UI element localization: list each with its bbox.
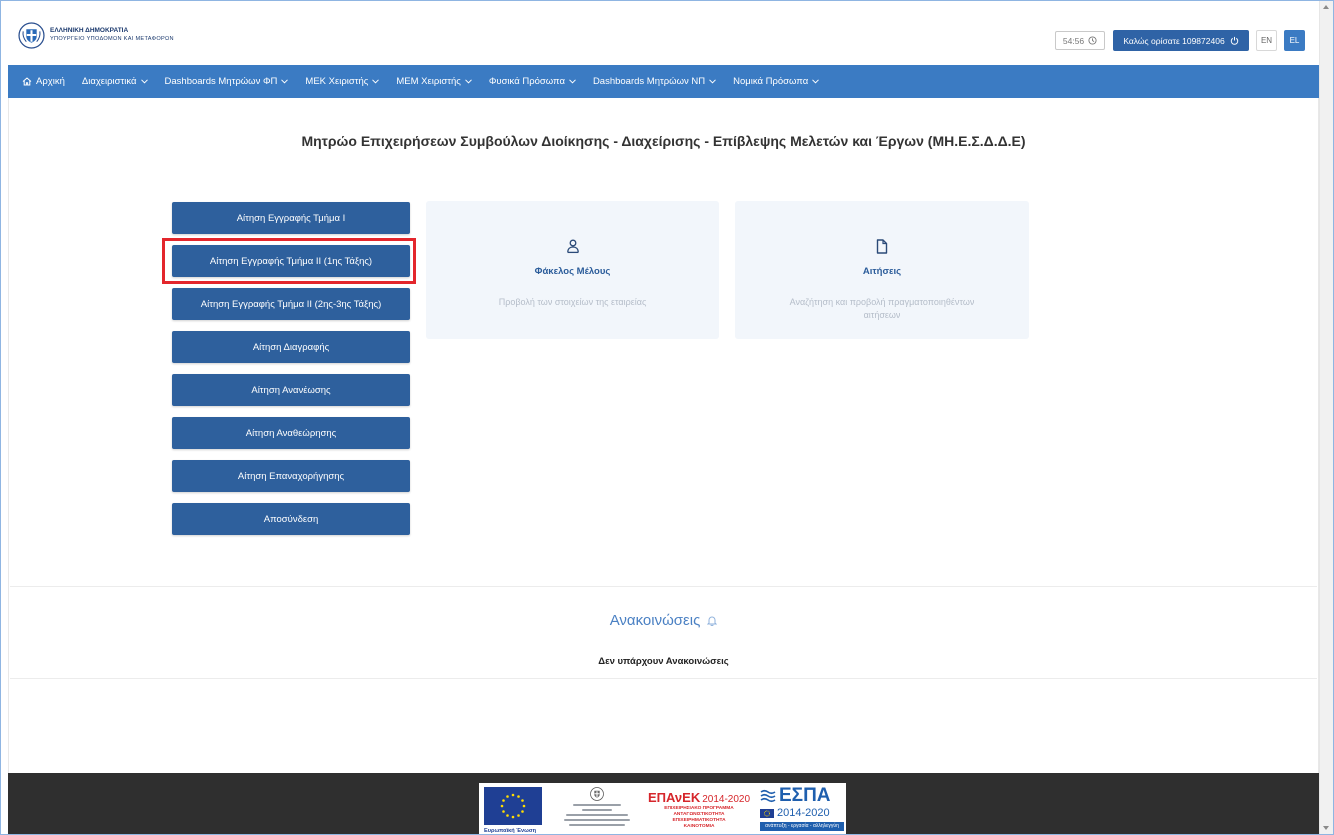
eu-logo: Ευρωπαϊκή Ένωση bbox=[484, 787, 542, 834]
nav-item-home[interactable]: Αρχική bbox=[22, 76, 65, 87]
action-registration-part-2-class-1[interactable]: Αίτηση Εγγραφής Τμήμα II (1ης Τάξης) bbox=[172, 245, 410, 277]
action-revision[interactable]: Αίτηση Αναθεώρησης bbox=[172, 417, 410, 449]
nav-item-label: ΜΕΚ Χειριστής bbox=[305, 76, 369, 87]
action-logout[interactable]: Αποσύνδεση bbox=[172, 503, 410, 535]
user-icon bbox=[426, 239, 719, 254]
session-timer[interactable]: 54:56 bbox=[1055, 31, 1105, 50]
home-icon bbox=[22, 77, 32, 86]
app-window: ΕΛΛΗΝΙΚΗ ΔΗΜΟΚΡΑΤΙΑ ΥΠΟΥΡΓΕΙΟ ΥΠΟΔΟΜΩΝ Κ… bbox=[0, 0, 1334, 835]
espa-period-row: 2014-2020 bbox=[760, 807, 844, 820]
ministry-logo[interactable]: ΕΛΛΗΝΙΚΗ ΔΗΜΟΚΡΑΤΙΑ ΥΠΟΥΡΓΕΙΟ ΥΠΟΔΟΜΩΝ Κ… bbox=[18, 22, 218, 50]
chevron-down-icon bbox=[140, 79, 148, 84]
vertical-scrollbar[interactable] bbox=[1319, 1, 1333, 834]
espa-heading: ΕΣΠΑ bbox=[760, 786, 844, 806]
card-description: Αναζήτηση και προβολή πραγματοποιηθέντων… bbox=[789, 297, 975, 320]
nav-item-label: Dashboards Μητρώων ΦΠ bbox=[164, 76, 278, 87]
announcements-empty-message: Δεν υπάρχουν Ανακοινώσεις bbox=[598, 656, 729, 667]
welcome-label: Καλώς ορίσατε 109872406 bbox=[1123, 35, 1225, 46]
greek-emblem-icon bbox=[18, 22, 45, 49]
nav-item-label: ΜΕΜ Χειριστής bbox=[396, 76, 461, 87]
language-el-button[interactable]: EL bbox=[1284, 30, 1305, 51]
session-timer-value: 54:56 bbox=[1062, 35, 1085, 46]
nav-item-label: Φυσικά Πρόσωπα bbox=[488, 76, 565, 87]
greek-emblem-icon bbox=[590, 787, 604, 801]
nav-item-label: Dashboards Μητρώων ΝΠ bbox=[592, 76, 706, 87]
logo-text-line bbox=[566, 814, 628, 816]
logo-text-line bbox=[564, 819, 630, 821]
nav-item-label: Διαχειριστικά bbox=[81, 76, 137, 87]
nav-item-mem-operator[interactable]: ΜΕΜ Χειριστής bbox=[396, 76, 472, 87]
nav-item-label: Νομικά Πρόσωπα bbox=[733, 76, 809, 87]
logo-subtitle: ΥΠΟΥΡΓΕΙΟ ΥΠΟΔΟΜΩΝ ΚΑΙ ΜΕΤΑΦΟΡΩΝ bbox=[50, 36, 174, 42]
nav-item-legal-persons[interactable]: Νομικά Πρόσωπα bbox=[733, 76, 820, 87]
action-registration-part-1[interactable]: Αίτηση Εγγραφής Τμήμα I bbox=[172, 202, 410, 234]
logo-text-line bbox=[569, 824, 625, 826]
divider bbox=[10, 586, 1317, 587]
file-icon bbox=[735, 239, 1029, 254]
epanek-logo: ΕΠΑνΕΚ 2014-2020 ΕΠΙΧΕΙΡΗΣΙΑΚΟ ΠΡΟΓΡΑΜΜΑ … bbox=[645, 791, 753, 830]
action-registration-part-2-class-2-3[interactable]: Αίτηση Εγγραφής Τμήμα II (2ης-3ης Τάξης) bbox=[172, 288, 410, 320]
epanek-name: ΕΠΑνΕΚ bbox=[647, 790, 701, 805]
user-logout-button[interactable]: Καλώς ορίσατε 109872406 bbox=[1113, 30, 1249, 51]
chevron-down-icon bbox=[281, 79, 289, 84]
nav-item-mek-operator[interactable]: ΜΕΚ Χειριστής bbox=[305, 76, 380, 87]
nav-item-natural-persons[interactable]: Φυσικά Πρόσωπα bbox=[489, 76, 576, 87]
card-applications[interactable]: Αιτήσεις Αναζήτηση και προβολή πραγματοπ… bbox=[735, 201, 1029, 339]
chevron-down-icon bbox=[569, 79, 576, 84]
chevron-down-icon bbox=[372, 79, 380, 84]
scroll-up-arrow-icon[interactable] bbox=[1323, 5, 1329, 9]
power-icon bbox=[1230, 36, 1239, 45]
clock-icon bbox=[1088, 36, 1097, 45]
espa-name: ΕΣΠΑ bbox=[779, 785, 831, 806]
page-title: Μητρώο Επιχειρήσεων Συμβούλων Διοίκησης … bbox=[301, 133, 1026, 149]
announcements-title: Ανακοινώσεις bbox=[609, 612, 701, 629]
action-reissue[interactable]: Αίτηση Επαναχορήγησης bbox=[172, 460, 410, 492]
eu-flag-icon bbox=[760, 809, 774, 818]
card-title: Φάκελος Μέλους bbox=[534, 266, 611, 277]
logo-title: ΕΛΛΗΝΙΚΗ ΔΗΜΟΚΡΑΤΙΑ bbox=[50, 27, 129, 34]
nav-item-administration[interactable]: Διαχειριστικά bbox=[82, 76, 148, 87]
nav-item-label: Αρχική bbox=[36, 76, 65, 87]
nav-item-dashboards-fp[interactable]: Dashboards Μητρώων ΦΠ bbox=[165, 76, 289, 87]
funding-banner: Ευρωπαϊκή Ένωση ΕΠΑνΕΚ 2014-2020 ΕΠΙΧΕΙΡΗ… bbox=[479, 783, 846, 834]
card-description: Προβολή των στοιχείων της εταιρείας bbox=[498, 297, 647, 307]
espa-period: 2014-2020 bbox=[777, 807, 830, 819]
epanek-period: 2014-2020 bbox=[702, 794, 751, 805]
espa-waves-icon bbox=[760, 789, 776, 803]
main-navbar: Αρχική Διαχειριστικά Dashboards Μητρώων … bbox=[8, 65, 1319, 98]
epanek-heading: ΕΠΑνΕΚ 2014-2020 bbox=[645, 791, 753, 806]
espa-logo: ΕΣΠΑ 2014-2020 ανάπτυξη - εργασία - αλλη… bbox=[760, 786, 844, 831]
chevron-down-icon bbox=[812, 79, 820, 84]
application-actions: Αίτηση Εγγραφής Τμήμα I Αίτηση Εγγραφής … bbox=[162, 202, 416, 535]
chevron-down-icon bbox=[709, 79, 716, 84]
epanek-line: ΚΑΙΝΟΤΟΜΙΑ bbox=[683, 824, 715, 829]
action-deletion[interactable]: Αίτηση Διαγραφής bbox=[172, 331, 410, 363]
announcements-heading: Ανακοινώσεις bbox=[8, 612, 1319, 629]
language-en-button[interactable]: EN bbox=[1256, 30, 1277, 51]
logo-text-line bbox=[582, 809, 612, 811]
chevron-down-icon bbox=[464, 79, 472, 84]
logo-text-line bbox=[573, 804, 621, 806]
eu-flag-icon bbox=[484, 787, 542, 825]
ministry-emblem-logo bbox=[557, 787, 637, 826]
divider bbox=[10, 678, 1317, 679]
eu-caption: Ευρωπαϊκή Ένωση bbox=[484, 828, 537, 834]
bell-icon bbox=[707, 615, 718, 626]
nav-item-dashboards-np[interactable]: Dashboards Μητρώων ΝΠ bbox=[593, 76, 716, 87]
card-member-folder[interactable]: Φάκελος Μέλους Προβολή των στοιχείων της… bbox=[426, 201, 719, 339]
espa-slogan: ανάπτυξη - εργασία - αλληλεγγύη bbox=[760, 822, 844, 831]
card-title: Αιτήσεις bbox=[862, 266, 902, 277]
action-renewal[interactable]: Αίτηση Ανανέωσης bbox=[172, 374, 410, 406]
scroll-down-arrow-icon[interactable] bbox=[1323, 826, 1329, 830]
